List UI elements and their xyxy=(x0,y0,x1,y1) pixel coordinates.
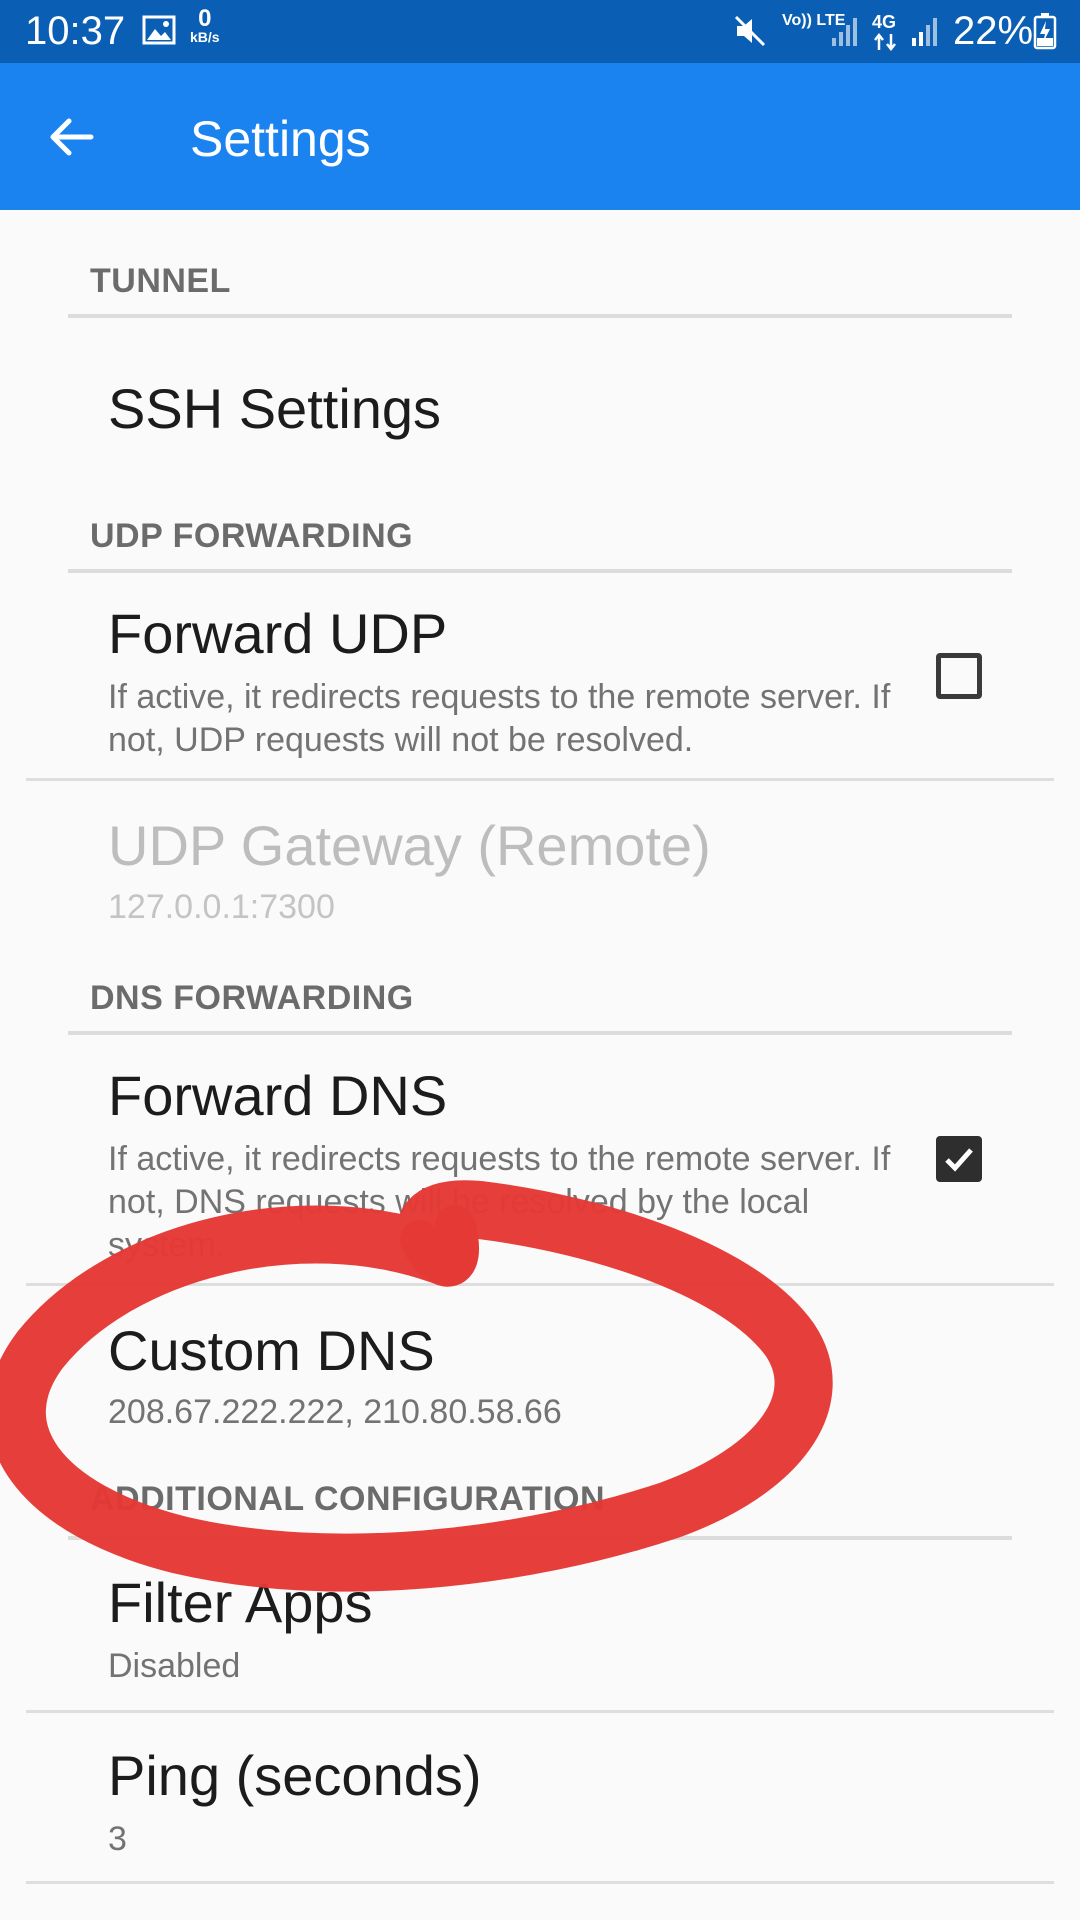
pref-summary: 208.67.222.222, 210.80.58.66 xyxy=(108,1393,562,1431)
pref-ping-seconds[interactable]: Ping (seconds) 3 xyxy=(0,1713,1080,1883)
pref-forward-udp[interactable]: Forward UDP If active, it redirects requ… xyxy=(0,573,1080,778)
net-speed: 0 kB/s xyxy=(190,5,220,46)
image-icon xyxy=(142,15,176,45)
pref-title: UDP Gateway (Remote) xyxy=(108,814,711,877)
pref-filter-apps[interactable]: Filter Apps Disabled xyxy=(0,1540,1080,1710)
pref-summary: If active, it redirects requests to the … xyxy=(108,1140,891,1264)
mute-icon xyxy=(734,15,766,47)
pref-summary: 127.0.0.1:7300 xyxy=(108,888,335,926)
forward-udp-checkbox[interactable] xyxy=(936,653,982,699)
category-udp-forwarding: UDP FORWARDING xyxy=(90,517,414,555)
pref-summary: Disabled xyxy=(108,1647,241,1685)
signal-icon xyxy=(832,18,857,46)
pref-title: Ping (seconds) xyxy=(108,1744,482,1807)
category-dns-forwarding: DNS FORWARDING xyxy=(90,979,414,1017)
pref-udp-gateway: UDP Gateway (Remote) 127.0.0.1:7300 xyxy=(0,781,1080,961)
signal-icon xyxy=(912,18,937,46)
pref-summary: 3 xyxy=(108,1820,127,1858)
data-arrows-icon xyxy=(874,33,896,51)
pref-title: Custom DNS xyxy=(108,1319,435,1382)
status-bar: 10:37 0 kB/s Vo)) LTE 4G 22% xyxy=(0,0,1080,63)
category-additional-configuration: ADDITIONAL CONFIGURATION xyxy=(90,1480,606,1518)
pref-summary: If active, it redirects requests to the … xyxy=(108,678,891,759)
row-divider xyxy=(26,1881,1054,1884)
app-bar: Settings xyxy=(0,63,1080,210)
status-time: 10:37 xyxy=(25,9,126,53)
pref-title: SSH Settings xyxy=(108,377,442,440)
forward-dns-checkbox[interactable] xyxy=(936,1136,982,1182)
pref-forward-dns[interactable]: Forward DNS If active, it redirects requ… xyxy=(0,1035,1080,1285)
category-tunnel: TUNNEL xyxy=(90,262,231,300)
page-title: Settings xyxy=(190,111,371,167)
arrow-back-icon[interactable] xyxy=(45,111,97,163)
checkmark-icon xyxy=(945,1148,973,1172)
pref-title: Forward DNS xyxy=(108,1064,448,1127)
pref-custom-dns[interactable]: Custom DNS 208.67.222.222, 210.80.58.66 xyxy=(0,1286,1080,1456)
pref-title: Forward UDP xyxy=(108,602,448,665)
battery-percentage: 22% xyxy=(953,9,1034,53)
battery-charging-icon xyxy=(1033,13,1057,50)
network-type-label: 4G xyxy=(872,12,897,32)
pref-title: Filter Apps xyxy=(108,1571,373,1634)
pref-ssh-settings[interactable]: SSH Settings xyxy=(0,318,1080,498)
